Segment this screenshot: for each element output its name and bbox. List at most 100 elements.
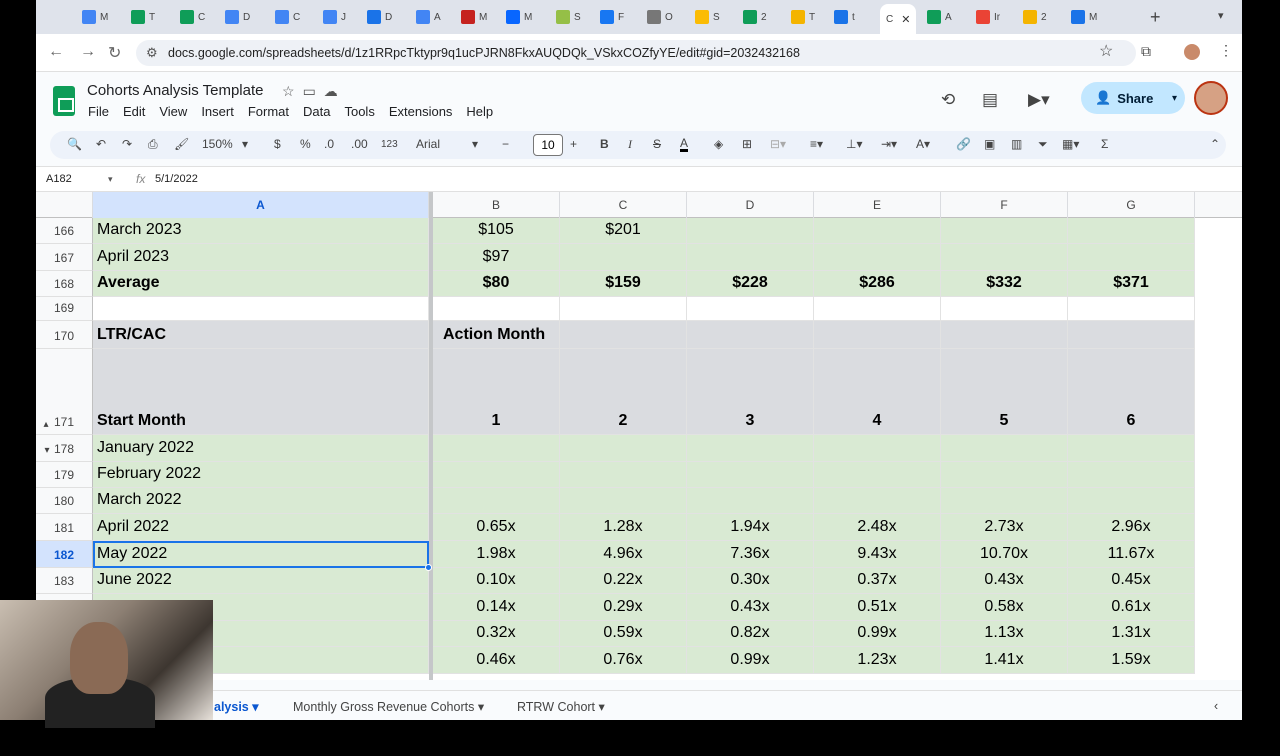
cell-e[interactable] bbox=[814, 435, 941, 462]
reload-icon[interactable]: ↻ bbox=[108, 43, 121, 63]
cell-d[interactable] bbox=[687, 462, 814, 488]
browser-tab[interactable]: T bbox=[131, 8, 155, 26]
percent-format-button[interactable]: % bbox=[300, 137, 311, 151]
cell-c[interactable]: 0.59x bbox=[560, 621, 687, 647]
frozen-column-divider[interactable] bbox=[429, 192, 433, 680]
cell-e[interactable]: 0.37x bbox=[814, 568, 941, 594]
column-header-a[interactable]: A bbox=[93, 192, 429, 218]
search-menus-icon[interactable]: 🔍 bbox=[67, 137, 82, 151]
expand-rows-icon[interactable]: ▴ bbox=[36, 419, 92, 430]
cell-f[interactable] bbox=[941, 435, 1068, 462]
row-header[interactable]: 169 bbox=[36, 297, 93, 321]
browser-tab[interactable]: D bbox=[225, 8, 250, 26]
insert-link-icon[interactable]: 🔗 bbox=[956, 137, 971, 151]
cell-c[interactable]: $201 bbox=[560, 218, 687, 244]
cell-b[interactable]: 0.65x bbox=[433, 514, 560, 541]
cell-g[interactable] bbox=[1068, 321, 1195, 349]
browser-tab[interactable]: M bbox=[1071, 8, 1097, 26]
share-dropdown-icon[interactable]: ▾ bbox=[1172, 93, 1177, 104]
browser-tab[interactable]: J bbox=[323, 8, 346, 26]
cell-g[interactable]: 0.61x bbox=[1068, 594, 1195, 621]
cell-c[interactable] bbox=[560, 462, 687, 488]
cell-g[interactable]: $371 bbox=[1068, 271, 1195, 297]
browser-tab[interactable]: C bbox=[180, 8, 205, 26]
cell-d[interactable]: 0.99x bbox=[687, 647, 814, 674]
menu-item-tools[interactable]: Tools bbox=[344, 104, 374, 119]
undo-icon[interactable]: ↶ bbox=[96, 137, 106, 151]
cell-b[interactable] bbox=[433, 462, 560, 488]
cell-b[interactable]: 0.32x bbox=[433, 621, 560, 647]
cell-g[interactable]: 6 bbox=[1068, 349, 1195, 435]
name-box[interactable]: A182 bbox=[46, 173, 72, 185]
site-info-icon[interactable]: ⚙ bbox=[146, 45, 158, 61]
column-header-d[interactable]: D bbox=[687, 192, 814, 218]
star-icon[interactable]: ☆ bbox=[282, 83, 303, 99]
text-wrapping-icon[interactable]: ⇥▾ bbox=[881, 137, 897, 151]
cell-c[interactable] bbox=[560, 435, 687, 462]
cell-g[interactable]: 2.96x bbox=[1068, 514, 1195, 541]
cell-f[interactable] bbox=[941, 321, 1068, 349]
cell-e[interactable] bbox=[814, 321, 941, 349]
new-tab-button[interactable]: + bbox=[1150, 7, 1161, 28]
comments-icon[interactable]: ▤ bbox=[982, 90, 998, 110]
cell-f[interactable]: 5 bbox=[941, 349, 1068, 435]
cell-a[interactable]: Start Month bbox=[93, 349, 429, 435]
cell-g[interactable] bbox=[1068, 462, 1195, 488]
document-title[interactable]: Cohorts Analysis Template bbox=[87, 82, 263, 99]
menu-item-format[interactable]: Format bbox=[248, 104, 289, 119]
browser-tab[interactable]: C ✕ bbox=[880, 4, 917, 34]
font-select[interactable]: Arial bbox=[416, 137, 440, 151]
cell-e[interactable]: 1.23x bbox=[814, 647, 941, 674]
row-header[interactable]: 171 ▴ bbox=[36, 349, 93, 435]
cell-d[interactable]: 3 bbox=[687, 349, 814, 435]
select-all-corner[interactable] bbox=[36, 192, 93, 218]
cell-e[interactable]: 0.51x bbox=[814, 594, 941, 621]
browser-tab[interactable]: t bbox=[834, 8, 855, 26]
cell-b[interactable]: 1 bbox=[433, 349, 560, 435]
cell-e[interactable]: 9.43x bbox=[814, 541, 941, 568]
url-bar[interactable]: ⚙ docs.google.com/spreadsheets/d/1z1RRpc… bbox=[136, 40, 1136, 66]
fill-handle[interactable] bbox=[425, 564, 432, 571]
cell-c[interactable]: 0.76x bbox=[560, 647, 687, 674]
row-header[interactable]: 183 bbox=[36, 568, 93, 594]
menu-item-file[interactable]: File bbox=[88, 104, 109, 119]
paint-format-icon[interactable]: 🖌 bbox=[174, 137, 189, 151]
horizontal-align-icon[interactable]: ≡▾ bbox=[810, 137, 823, 151]
cell-a[interactable] bbox=[93, 297, 429, 321]
cell-c[interactable] bbox=[560, 244, 687, 271]
cell-f[interactable]: 1.41x bbox=[941, 647, 1068, 674]
user-avatar[interactable] bbox=[1194, 81, 1228, 115]
number-format-button[interactable]: 123 bbox=[381, 139, 398, 150]
cell-d[interactable] bbox=[687, 297, 814, 321]
bold-icon[interactable]: B bbox=[600, 137, 609, 151]
row-header[interactable]: 166 bbox=[36, 218, 93, 244]
cell-d[interactable]: 0.43x bbox=[687, 594, 814, 621]
cell-d[interactable] bbox=[687, 488, 814, 514]
menu-item-view[interactable]: View bbox=[159, 104, 187, 119]
cell-a[interactable]: March 2022 bbox=[93, 488, 429, 514]
formula-input[interactable]: 5/1/2022 bbox=[155, 173, 198, 185]
cell-b[interactable]: 1.98x bbox=[433, 541, 560, 568]
cell-e[interactable] bbox=[814, 244, 941, 271]
cell-d[interactable] bbox=[687, 244, 814, 271]
cell-d[interactable]: $228 bbox=[687, 271, 814, 297]
bookmark-star-icon[interactable]: ☆ bbox=[1099, 41, 1113, 61]
menu-item-data[interactable]: Data bbox=[303, 104, 330, 119]
cell-f[interactable] bbox=[941, 462, 1068, 488]
browser-tab[interactable]: 2 bbox=[743, 8, 767, 26]
column-header-c[interactable]: C bbox=[560, 192, 687, 218]
filter-views-icon[interactable]: ▦▾ bbox=[1062, 137, 1079, 151]
cell-c[interactable] bbox=[560, 297, 687, 321]
cell-f[interactable]: 0.58x bbox=[941, 594, 1068, 621]
move-folder-icon[interactable]: ▭ bbox=[303, 83, 324, 99]
zoom-select[interactable]: 150% bbox=[202, 137, 233, 151]
cell-d[interactable] bbox=[687, 218, 814, 244]
menu-item-help[interactable]: Help bbox=[466, 104, 493, 119]
cell-b[interactable]: 0.10x bbox=[433, 568, 560, 594]
forward-icon[interactable]: → bbox=[80, 43, 96, 61]
browser-tab[interactable]: S bbox=[556, 8, 581, 26]
browser-tab[interactable]: M bbox=[461, 8, 487, 26]
decrease-font-size-icon[interactable]: − bbox=[502, 137, 509, 151]
cell-a[interactable]: May 2022 bbox=[93, 541, 429, 568]
sheet-tab-rtrw-cohort[interactable]: RTRW Cohort ▾ bbox=[517, 699, 605, 714]
